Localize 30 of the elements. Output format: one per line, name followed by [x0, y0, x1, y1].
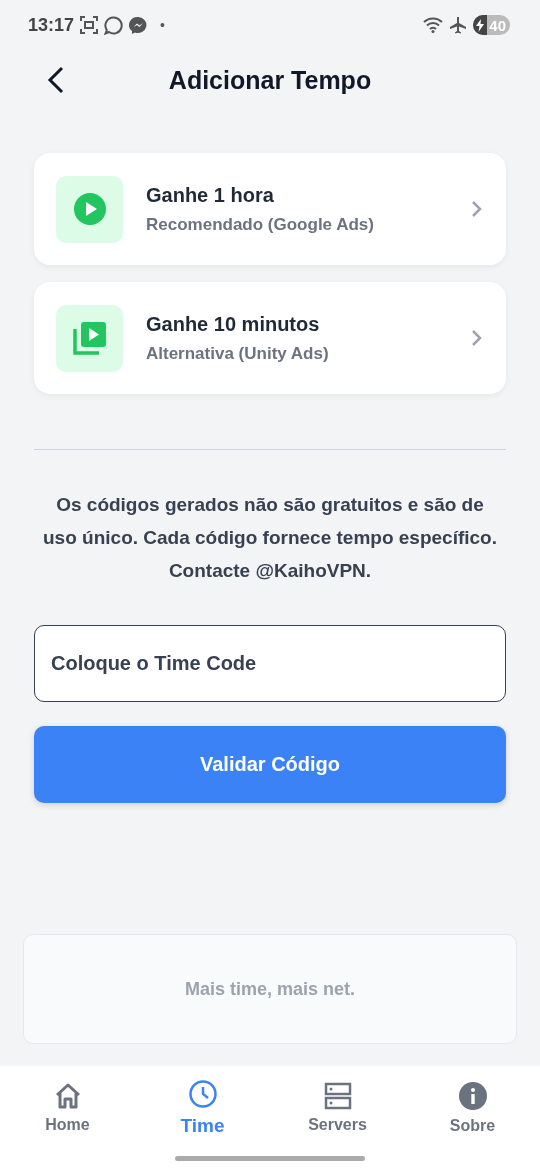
reward-option-card[interactable]: Ganhe 10 minutos Alternativa (Unity Ads)	[34, 282, 506, 394]
clock-icon	[187, 1079, 218, 1109]
nav-tab[interactable]: Time	[135, 1066, 270, 1150]
option-subtitle: Recomendado (Google Ads)	[146, 214, 374, 235]
airplane-icon	[449, 16, 468, 34]
video-library-icon	[72, 321, 107, 355]
reward-option-card[interactable]: Ganhe 1 hora Recomendado (Google Ads)	[34, 153, 506, 265]
chevron-right-icon	[470, 328, 484, 348]
option-title: Ganhe 1 hora	[146, 183, 274, 207]
notice-text: Os códigos gerados não são gratuitos e são de uso único. Cada código fornece tempo específico. Contacte @KaihoVPN.	[42, 493, 498, 583]
battery-indicator: 40	[473, 15, 510, 35]
play-icon	[72, 192, 107, 226]
info-icon	[457, 1081, 488, 1111]
wifi-icon	[423, 17, 444, 33]
validate-code-button[interactable]: Validar Código	[34, 726, 506, 803]
nav-tab[interactable]: Sobre	[405, 1066, 540, 1150]
option-subtitle: Alternativa (Unity Ads)	[146, 343, 329, 364]
chevron-right-icon	[470, 199, 484, 219]
message-icon	[129, 15, 149, 35]
option-title: Ganhe 10 minutos	[146, 312, 320, 336]
banner-text: Mais time, mais net.	[184, 978, 356, 1000]
nav-tab[interactable]: Servers	[270, 1066, 405, 1150]
notification-dot: •	[160, 17, 165, 33]
server-icon	[323, 1082, 352, 1110]
screenshot-icon	[80, 16, 99, 34]
page-title: Adicionar Tempo	[168, 65, 372, 95]
nav-tab[interactable]: Home	[0, 1066, 135, 1150]
status-time: 13:17	[28, 14, 75, 36]
chat-icon	[104, 15, 124, 35]
time-code-field[interactable]: Coloque o Time Code	[34, 625, 506, 702]
